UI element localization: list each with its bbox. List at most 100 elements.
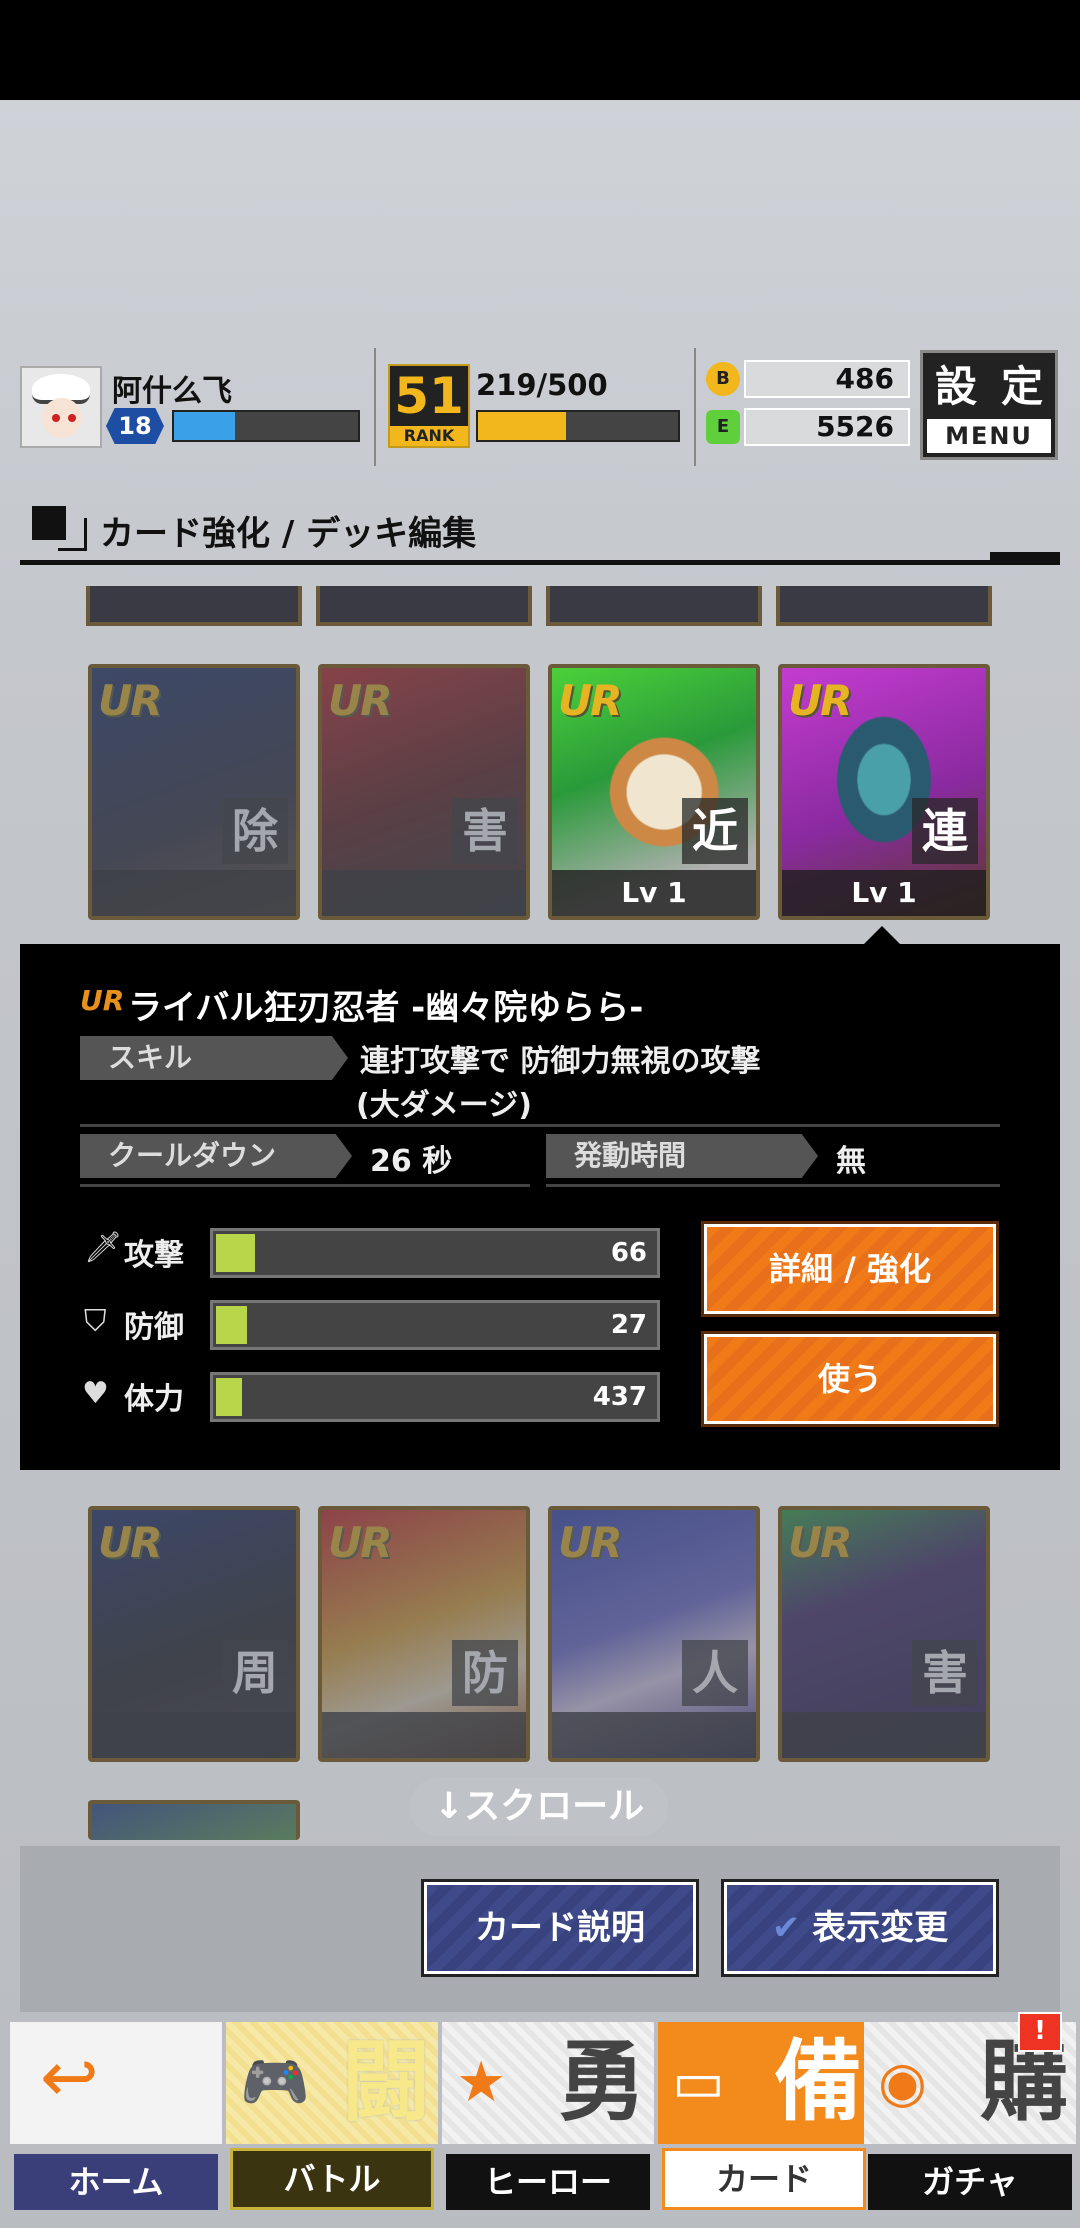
gacha-icon: ◉	[878, 2050, 927, 2115]
duration-label: 発動時間	[546, 1134, 818, 1178]
username: 阿什么飞	[112, 374, 232, 409]
section-underline-accent	[990, 552, 1060, 560]
card-attribute: 害	[912, 1640, 978, 1706]
card-attribute: 防	[452, 1640, 518, 1706]
notification-badge: !	[1018, 2012, 1062, 2052]
exp-text: 219/500	[476, 368, 608, 402]
header-divider-2	[694, 348, 696, 466]
display-change-label: 表示変更	[812, 1908, 949, 1948]
rank-badge: 51 RANK	[388, 364, 470, 448]
card-partial[interactable]	[86, 586, 302, 626]
skill-text-2: (大ダメージ)	[356, 1088, 532, 1123]
card-level	[782, 1712, 986, 1758]
card-partial[interactable]	[776, 586, 992, 626]
card-level	[322, 1712, 526, 1758]
level-badge: 18	[106, 408, 164, 444]
detail-rarity: UR	[80, 984, 125, 1017]
menu-label: MENU	[927, 419, 1051, 453]
menu-kanji-1: 設	[934, 362, 977, 411]
check-icon: ✔	[771, 1908, 801, 1948]
level-progress-bar	[172, 410, 360, 442]
detail-enhance-button[interactable]: 詳細 / 強化	[701, 1221, 999, 1317]
tab-kanji: 勇	[557, 2030, 646, 2133]
header-divider	[374, 348, 376, 466]
card-partial[interactable]	[546, 586, 762, 626]
cooldown-value: 26 秒	[370, 1144, 453, 1179]
card-attribute: 人	[682, 1640, 748, 1706]
stat-hp-label: 体力	[124, 1382, 184, 1417]
rarity-label: UR	[558, 676, 622, 725]
card-slot[interactable]: UR 除	[88, 664, 300, 920]
tab-kanji: 備	[773, 2030, 862, 2133]
card-slot[interactable]: UR 害	[778, 1506, 990, 1762]
stat-attack-bar: 66	[210, 1228, 660, 1278]
card-slot-selected[interactable]: UR 連 Lv 1	[778, 664, 990, 920]
rarity-label: UR	[788, 676, 852, 725]
heart-icon: ♥	[82, 1376, 109, 1411]
tab-kanji: 闘	[341, 2030, 430, 2133]
stat-attack-value: 66	[610, 1238, 647, 1268]
tab-label: カード	[662, 2148, 866, 2210]
sword-icon: 🗡	[84, 1230, 123, 1265]
card-name: ライバル狂刃忍者 -幽々院ゆらら-	[128, 988, 644, 1028]
card-attribute: 連	[912, 798, 978, 864]
card-slot[interactable]: UR 防	[318, 1506, 530, 1762]
use-button[interactable]: 使う	[701, 1331, 999, 1427]
rank-label: RANK	[390, 426, 468, 446]
avatar[interactable]	[20, 366, 102, 448]
tab-home[interactable]: ↩ ホーム	[10, 2022, 222, 2214]
gamepad-icon: 🎮	[240, 2050, 310, 2115]
gem-count: 5526	[744, 408, 910, 446]
stat-hp-bar: 437	[210, 1372, 660, 1422]
card-slot[interactable]: UR 周	[88, 1506, 300, 1762]
stat-hp-value: 437	[592, 1382, 647, 1412]
card-icon: ▭	[672, 2050, 725, 2115]
card-slot[interactable]: UR 害	[318, 664, 530, 920]
rarity-label: UR	[98, 676, 162, 725]
status-bar	[0, 0, 1080, 100]
card-slot-partial[interactable]	[88, 1800, 300, 1840]
stat-defense-value: 27	[610, 1310, 647, 1340]
hero-icon: ★	[456, 2050, 507, 2115]
tab-hero[interactable]: 勇 ★ ヒーロー	[442, 2022, 654, 2214]
card-attribute: 害	[452, 798, 518, 864]
card-level	[322, 870, 526, 916]
card-attribute: 近	[682, 798, 748, 864]
tab-label: バトル	[230, 2148, 434, 2210]
card-slot[interactable]: UR 人	[548, 1506, 760, 1762]
back-icon: ↩	[40, 2036, 99, 2118]
section-icon-frame	[58, 518, 87, 551]
shield-icon: ⛉	[84, 1304, 107, 1339]
section-underline	[20, 560, 1060, 565]
coin-count: 486	[744, 360, 910, 398]
card-slot[interactable]: UR 近 Lv 1	[548, 664, 760, 920]
tab-battle[interactable]: 闘 🎮 バトル	[226, 2022, 438, 2214]
card-level	[92, 1712, 296, 1758]
separator	[546, 1184, 1000, 1187]
display-change-button[interactable]: ✔ 表示変更	[721, 1879, 999, 1977]
coin-icon: B	[706, 362, 740, 396]
skill-text-1: 連打攻撃で 防御力無視の攻撃	[360, 1044, 761, 1079]
rarity-label: UR	[98, 1518, 162, 1567]
rarity-label: UR	[788, 1518, 852, 1567]
separator	[80, 1184, 530, 1187]
card-level: Lv 1	[552, 870, 756, 916]
stat-defense-label: 防御	[124, 1310, 184, 1345]
exp-progress-bar	[476, 410, 680, 442]
tab-card[interactable]: 備 ▭ カード	[658, 2022, 870, 2214]
card-partial[interactable]	[316, 586, 532, 626]
rarity-label: UR	[328, 676, 392, 725]
menu-button[interactable]: 設 定 MENU	[920, 350, 1058, 460]
cooldown-label: クールダウン	[80, 1134, 352, 1178]
separator	[80, 1124, 1000, 1127]
stat-attack-label: 攻撃	[124, 1238, 184, 1273]
card-level	[92, 870, 296, 916]
card-level	[552, 1712, 756, 1758]
skill-label: スキル	[80, 1036, 348, 1080]
panel-pointer	[862, 926, 902, 946]
gem-icon: E	[706, 410, 740, 444]
card-level: Lv 1	[782, 870, 986, 916]
section-title: カード強化 / デッキ編集	[100, 514, 477, 554]
card-description-button[interactable]: カード説明	[421, 1879, 699, 1977]
tab-label: ホーム	[14, 2154, 218, 2210]
